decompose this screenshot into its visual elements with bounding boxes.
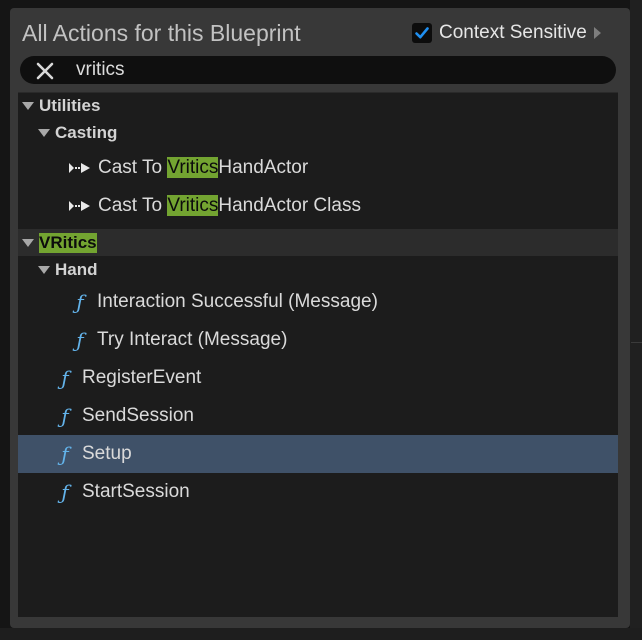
action-item-setup[interactable]: ƒ Setup [18,435,618,473]
action-item-register-event[interactable]: ƒ RegisterEvent [18,359,618,397]
category-vritics[interactable]: VRitics [18,229,618,256]
category-label: Utilities [39,96,101,115]
menu-title: All Actions for this Blueprint [22,20,301,46]
function-icon: ƒ [61,480,69,504]
search-box[interactable] [20,56,616,84]
expand-arrow-icon[interactable] [38,129,50,137]
search-match-highlight: Vritics [167,157,219,178]
expand-arrow-icon[interactable] [38,266,50,274]
action-label: Cast To VriticsHandActor Class [98,195,361,216]
action-label: Cast To VriticsHandActor [98,157,309,178]
context-sensitive-label: Context Sensitive [439,22,587,43]
action-item-cast-to-vritics-hand-actor-class[interactable]: Cast To VriticsHandActor Class [18,187,618,225]
menu-header: All Actions for this Blueprint Context S… [10,8,630,58]
action-item-start-session[interactable]: ƒ StartSession [18,473,618,511]
function-icon: ƒ [76,328,84,352]
actions-menu: All Actions for this Blueprint Context S… [10,8,630,628]
context-sensitive-toggle[interactable]: Context Sensitive [412,21,601,45]
category-casting[interactable]: Casting [18,120,618,146]
action-item-send-session[interactable]: ƒ SendSession [18,397,618,435]
triangle-right-icon[interactable] [593,27,601,39]
action-label: StartSession [82,481,190,502]
action-label: SendSession [82,405,194,426]
category-label: VRitics [39,232,97,253]
function-icon: ƒ [61,366,69,390]
action-item-cast-to-vritics-hand-actor[interactable]: Cast To VriticsHandActor [18,149,618,187]
action-label: RegisterEvent [82,367,202,388]
background-graph-line [631,342,642,343]
action-label: Try Interact (Message) [97,329,288,350]
close-icon[interactable] [36,62,54,80]
cast-node-icon [69,163,90,173]
category-label: Hand [55,260,98,279]
action-tree[interactable]: Utilities Casting Cast To VriticsHandAct… [18,92,618,617]
category-label: Casting [55,123,118,142]
function-icon: ƒ [61,404,69,428]
search-input[interactable] [76,56,576,84]
background-graph-bottom [0,628,642,640]
action-item-interaction-successful[interactable]: ƒ Interaction Successful (Message) [18,283,618,321]
action-item-try-interact[interactable]: ƒ Try Interact (Message) [18,321,618,359]
category-utilities[interactable]: Utilities [18,93,618,119]
background-graph-edge [630,0,642,640]
function-icon: ƒ [61,442,69,466]
search-match-highlight: Vritics [167,195,219,216]
action-label: Setup [82,443,132,464]
context-sensitive-checkbox[interactable] [412,23,432,43]
expand-arrow-icon[interactable] [22,238,34,247]
function-icon: ƒ [76,290,84,314]
category-hand[interactable]: Hand [18,257,618,283]
checkmark-icon [415,27,429,39]
cast-node-icon [69,201,90,211]
action-label: Interaction Successful (Message) [97,291,378,312]
expand-arrow-icon[interactable] [22,102,34,110]
